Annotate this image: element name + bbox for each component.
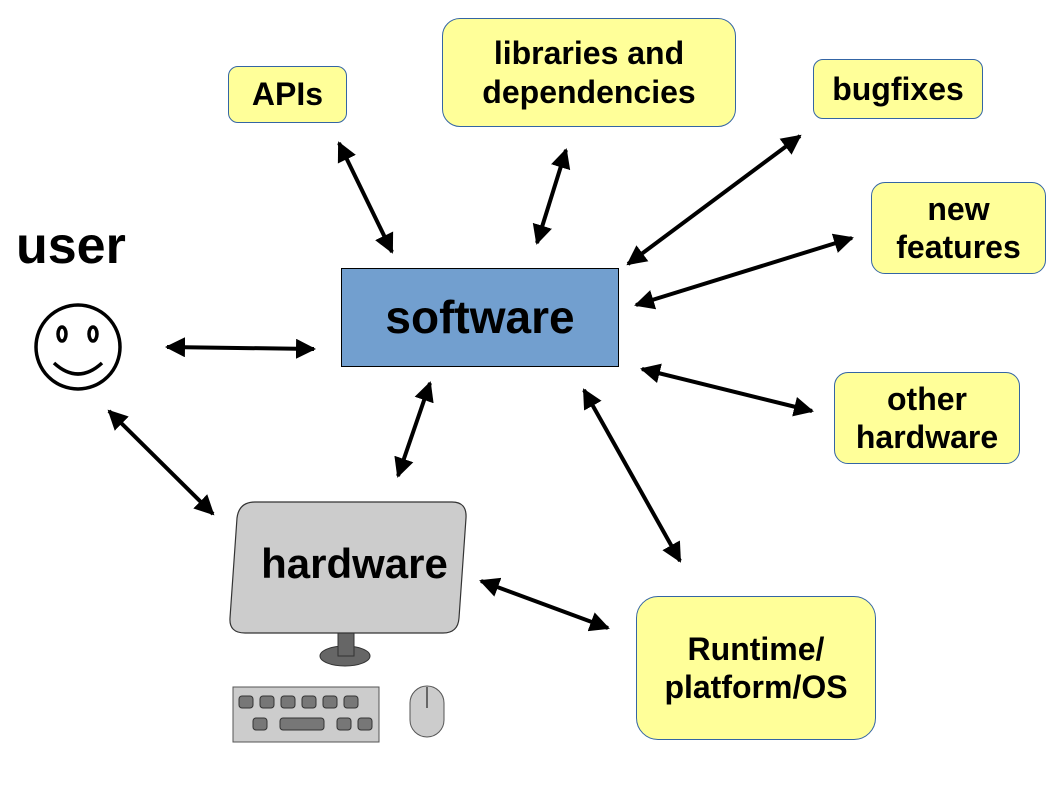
bugfixes-node: bugfixes — [813, 59, 983, 119]
bugfixes-label: bugfixes — [832, 70, 964, 107]
user-smiley-icon — [34, 303, 122, 391]
apis-label: APIs — [251, 76, 324, 113]
arrow-user-hardware — [107, 409, 215, 516]
arrow-user-software — [165, 337, 316, 359]
software-label: software — [385, 290, 575, 343]
runtime-label: Runtime/ platform/OS — [664, 630, 848, 705]
arrow-software-newfeatures — [634, 233, 854, 310]
libraries-label: libraries and dependencies — [482, 35, 696, 110]
arrow-hardware-runtime — [479, 577, 610, 632]
computer-icon — [229, 501, 467, 743]
software-node: software — [341, 268, 619, 367]
apis-node: APIs — [228, 66, 347, 123]
arrow-software-bugfixes — [626, 134, 802, 266]
arrow-software-apis — [337, 141, 394, 254]
libraries-node: libraries and dependencies — [442, 18, 736, 127]
new-features-label: new features — [896, 190, 1021, 265]
runtime-node: Runtime/ platform/OS — [636, 596, 876, 740]
new-features-node: new features — [871, 182, 1046, 274]
arrow-software-libraries — [532, 148, 571, 245]
other-hardware-label: other hardware — [855, 380, 999, 455]
arrow-software-otherhardware — [640, 363, 814, 417]
other-hardware-node: other hardware — [834, 372, 1020, 464]
arrow-software-hardware — [394, 381, 434, 478]
user-label: user — [16, 217, 126, 275]
keyboard-icon — [232, 686, 380, 743]
hardware-label: hardware — [261, 540, 448, 587]
arrow-software-runtime — [582, 388, 682, 563]
